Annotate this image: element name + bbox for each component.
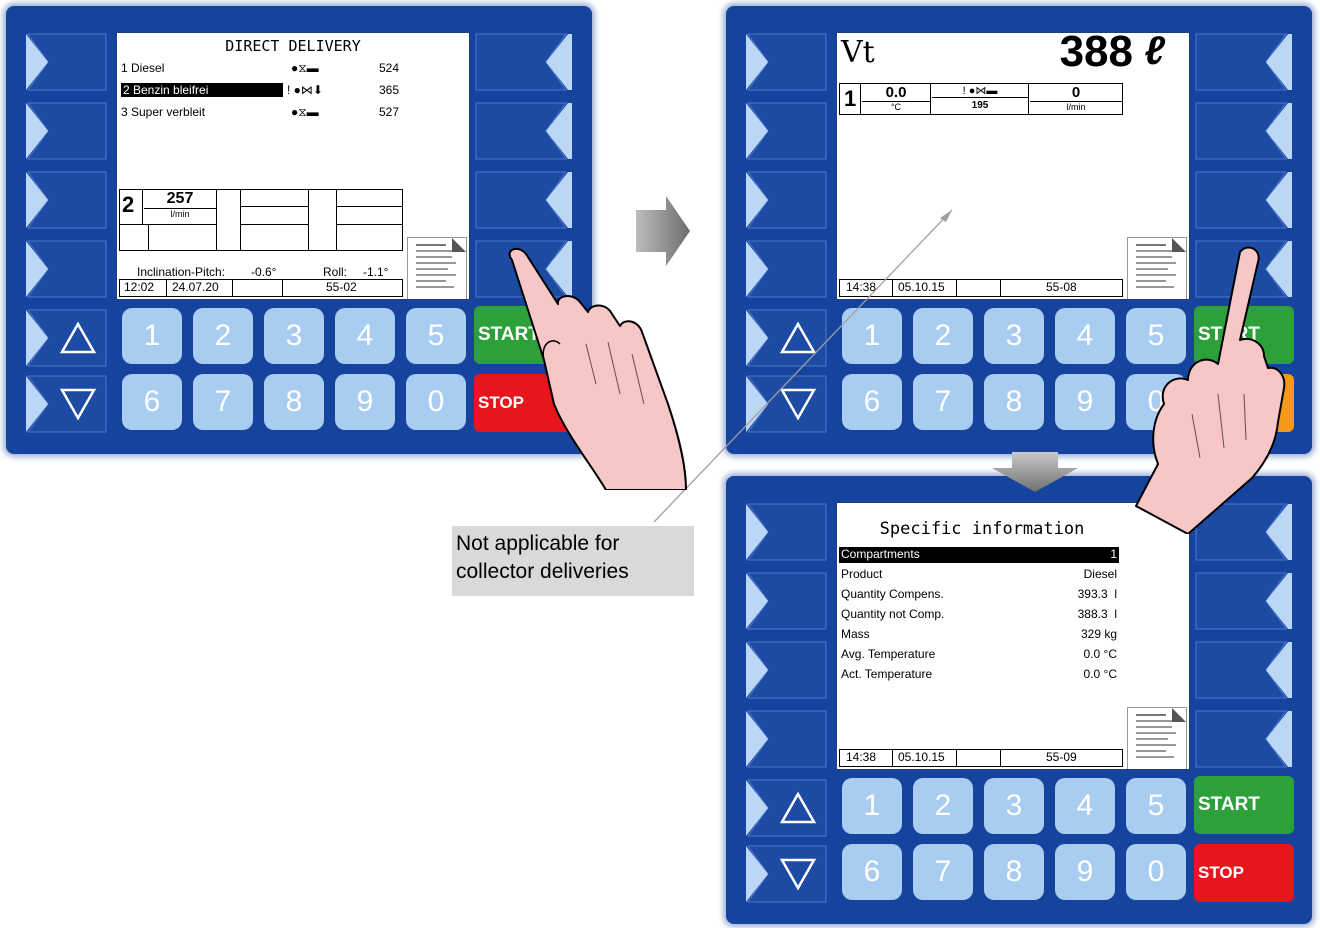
callout-line-1: Not applicable for — [456, 532, 620, 555]
callout-box: Not applicable for collector deliveries — [452, 526, 694, 596]
pointing-hand-icon — [508, 247, 687, 490]
pointing-hand-icon — [1135, 246, 1286, 534]
callout-line-2: collector deliveries — [456, 560, 629, 583]
